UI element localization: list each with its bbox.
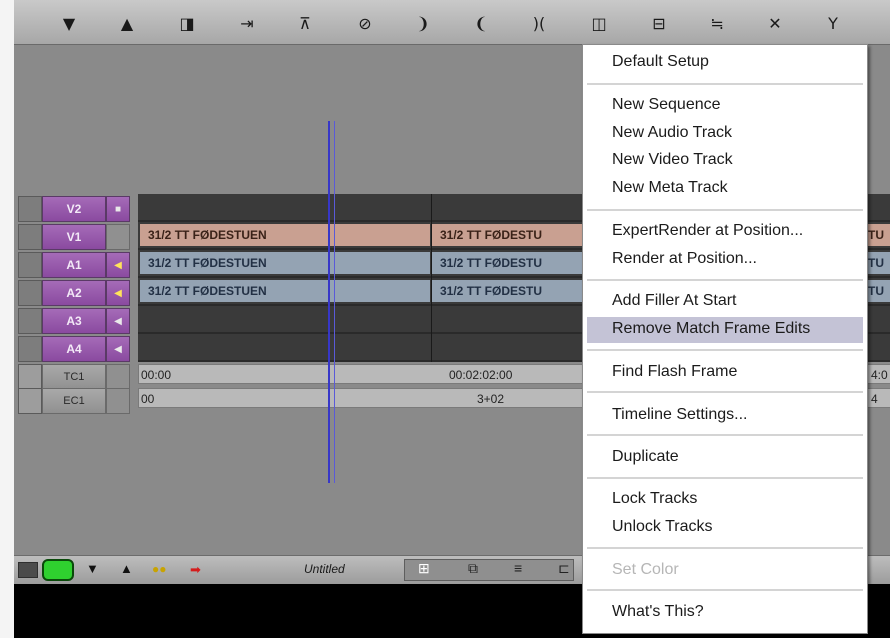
split-icon[interactable]: ◫ <box>586 10 612 36</box>
clip-segment[interactable]: 31/2 TT FØDESTUEN <box>140 252 430 274</box>
track-monitor-icon[interactable]: ■ <box>106 196 130 222</box>
ec1-mid: 3+02 <box>477 392 505 406</box>
menu-item-whats-this[interactable]: What's This? <box>612 603 704 621</box>
mark-clip-icon[interactable]: ◨ <box>174 10 200 36</box>
playhead-line[interactable] <box>328 121 330 483</box>
edit-point-line <box>431 194 432 362</box>
no-entry-icon[interactable]: ⊘ <box>352 10 378 36</box>
tc1-end: 4:0 <box>871 368 888 382</box>
track-name-a4[interactable]: A4 <box>42 336 106 362</box>
filter-icon[interactable]: Y <box>820 10 846 36</box>
menu-item-timeline-settings[interactable]: Timeline Settings... <box>612 406 747 424</box>
close-x-icon[interactable]: ✕ <box>762 10 788 36</box>
tc1-start: 00:00 <box>141 368 172 382</box>
speaker-icon[interactable]: ◀ <box>106 280 130 306</box>
menu-item-new-video-track[interactable]: New Video Track <box>612 151 733 169</box>
green-toggle-button[interactable] <box>42 559 74 581</box>
sequence-name[interactable]: Untitled <box>304 562 345 576</box>
arrow-down-icon[interactable]: ▼ <box>86 561 99 576</box>
menu-item-expertrender[interactable]: ExpertRender at Position... <box>612 222 803 240</box>
track-record-toggle[interactable] <box>18 252 42 278</box>
clip-segment[interactable]: TU <box>866 280 890 302</box>
clip-segment[interactable]: 31/2 TT FØDESTUEN <box>140 224 430 246</box>
lift-icon[interactable]: ⊟ <box>646 10 672 36</box>
clip-segment[interactable]: 31/2 TT FØDESTU <box>432 280 582 302</box>
menu-item-new-sequence[interactable]: New Sequence <box>612 96 721 114</box>
menu-item-new-audio-track[interactable]: New Audio Track <box>612 124 732 142</box>
menu-item-duplicate[interactable]: Duplicate <box>612 448 679 466</box>
menu-item-lock-tracks[interactable]: Lock Tracks <box>612 490 697 508</box>
ec1-end: 4 <box>871 392 878 406</box>
ruler-spacer <box>18 388 42 414</box>
track-name-a1[interactable]: A1 <box>42 252 106 278</box>
menu-item-default-setup[interactable]: Default Setup <box>612 53 709 71</box>
menu-separator <box>587 589 863 591</box>
track-record-toggle[interactable] <box>18 196 42 222</box>
menu-separator <box>587 279 863 281</box>
menu-item-new-meta-track[interactable]: New Meta Track <box>612 179 728 197</box>
timeline-toolbar: ▼ ▲ ◨ ⇥ ⊼ ⊘ ❩ ❨ )( ◫ ⊟ ≒ ✕ Y <box>14 0 890 45</box>
moon-left-icon[interactable]: ❨ <box>468 10 494 36</box>
left-margin <box>0 0 14 638</box>
arrow-up-icon[interactable]: ▲ <box>120 561 133 576</box>
tc1-mid: 00:02:02:00 <box>449 368 513 382</box>
menu-item-remove-match-frame-edits[interactable]: Remove Match Frame Edits <box>612 320 810 338</box>
ruler-spacer <box>106 388 130 414</box>
menu-separator <box>587 83 863 85</box>
track-record-toggle[interactable] <box>18 308 42 334</box>
menu-item-find-flash-frame[interactable]: Find Flash Frame <box>612 363 737 381</box>
track-record-toggle[interactable] <box>18 224 42 250</box>
menu-item-set-color: Set Color <box>612 561 679 578</box>
clip-segment[interactable]: 31/2 TT FØDESTU <box>432 252 582 274</box>
speaker-icon[interactable]: ◀ <box>106 308 130 334</box>
track-name-v2[interactable]: V2 <box>42 196 106 222</box>
menu-item-add-filler[interactable]: Add Filler At Start <box>612 292 737 310</box>
menu-separator <box>587 434 863 436</box>
menu-separator <box>587 547 863 549</box>
menu-separator <box>587 391 863 393</box>
arrow-up-icon[interactable]: ▲ <box>114 10 140 36</box>
track-name-v1[interactable]: V1 <box>42 224 106 250</box>
extract-icon[interactable]: ≒ <box>704 10 730 36</box>
clip-segment[interactable]: TU <box>866 252 890 274</box>
clip-segment[interactable]: TU <box>866 224 890 246</box>
arrow-down-icon[interactable]: ▼ <box>56 10 82 36</box>
context-menu: Default Setup New Sequence New Audio Tra… <box>582 44 868 634</box>
track-name-a3[interactable]: A3 <box>42 308 106 334</box>
clip-segment[interactable]: 31/2 TT FØDESTU <box>432 224 582 246</box>
moon-right-icon[interactable]: ❩ <box>410 10 436 36</box>
ruler-label-ec1: EC1 <box>42 388 106 414</box>
track-options-icon[interactable]: ⊏ <box>558 560 570 577</box>
ec1-start: 00 <box>141 392 155 406</box>
segment-mode-icon[interactable]: ⧉ <box>468 560 478 577</box>
playhead-line-shadow <box>334 121 335 483</box>
ruler-spacer <box>106 364 130 390</box>
speaker-icon[interactable]: ◀ <box>106 336 130 362</box>
menu-item-unlock-tracks[interactable]: Unlock Tracks <box>612 518 712 536</box>
track-monitor-icon[interactable] <box>106 224 130 250</box>
menu-separator <box>587 477 863 479</box>
ruler-label-tc1: TC1 <box>42 364 106 390</box>
overwrite-icon[interactable]: ⊼ <box>292 10 318 36</box>
menu-separator <box>587 349 863 351</box>
monitor-icon[interactable] <box>18 562 38 578</box>
track-record-toggle[interactable] <box>18 336 42 362</box>
red-arrow-icon[interactable]: ➡ <box>190 562 201 578</box>
track-name-a2[interactable]: A2 <box>42 280 106 306</box>
menu-item-render-at-position[interactable]: Render at Position... <box>612 250 757 268</box>
replace-edit-icon[interactable]: ⇥ <box>234 10 260 36</box>
ripple-trim-icon[interactable]: )( <box>526 10 552 36</box>
ruler-spacer <box>18 364 42 390</box>
link-icon[interactable]: ●● <box>152 562 167 576</box>
track-record-toggle[interactable] <box>18 280 42 306</box>
menu-separator <box>587 209 863 211</box>
audio-mix-icon[interactable]: ≡ <box>514 560 522 576</box>
speaker-icon[interactable]: ◀ <box>106 252 130 278</box>
timeline-view-icon[interactable]: ⊞ <box>418 560 430 577</box>
clip-segment[interactable]: 31/2 TT FØDESTUEN <box>140 280 430 302</box>
